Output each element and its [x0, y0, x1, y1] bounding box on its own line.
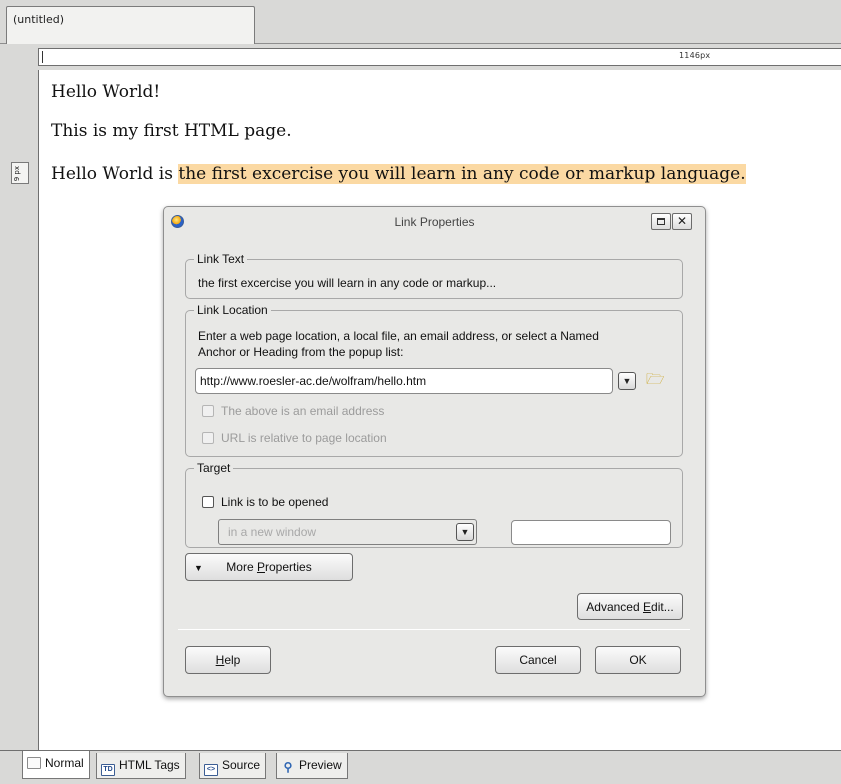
tab-html-tags[interactable]: TD HTML Tags: [96, 753, 186, 779]
vertical-ruler-label: 9 px: [13, 166, 21, 182]
cancel-button[interactable]: Cancel: [495, 646, 581, 674]
dialog-titlebar[interactable]: Link Properties ✕: [164, 207, 705, 235]
link-location-instructions-1: Enter a web page location, a local file,…: [198, 329, 599, 343]
link-location-group: Link Location Enter a web page location,…: [185, 303, 683, 457]
chevron-down-icon: ▼: [622, 376, 632, 386]
link-text-value: the first excercise you will learn in an…: [198, 276, 497, 290]
tab-source-label: Source: [222, 758, 261, 772]
target-select-button[interactable]: ▼: [456, 523, 474, 541]
document-tab[interactable]: (untitled): [6, 6, 255, 44]
document-tab-strip: (untitled): [0, 0, 841, 44]
tab-html-tags-label: HTML Tags: [119, 758, 180, 772]
target-window-value: in a new window: [228, 525, 317, 539]
link-text-group: Link Text the first excercise you will l…: [185, 252, 683, 299]
horizontal-ruler: 1146px: [38, 48, 841, 66]
paragraph-excercise[interactable]: Hello World is the first excercise you w…: [51, 164, 746, 184]
ruler-width-label: 1146px: [679, 51, 711, 60]
link-text-legend: Link Text: [194, 252, 248, 266]
document-tab-title: (untitled): [13, 13, 65, 26]
url-popup-button[interactable]: ▼: [618, 372, 636, 390]
ok-button[interactable]: OK: [595, 646, 681, 674]
target-window-select[interactable]: in a new window: [218, 519, 477, 545]
url-input[interactable]: http://www.roesler-ac.de/wolfram/hello.h…: [195, 368, 613, 394]
close-button[interactable]: ✕: [672, 213, 692, 230]
tab-source[interactable]: <> Source: [199, 753, 267, 779]
expand-arrow-icon: ▼: [194, 563, 203, 573]
link-location-instructions-2: Anchor or Heading from the popup list:: [198, 345, 404, 359]
more-properties-label: More Properties: [226, 560, 312, 574]
target-group: Target Link is to be opened in a new win…: [185, 461, 683, 548]
target-legend: Target: [194, 461, 234, 475]
target-frame-input[interactable]: [511, 520, 671, 545]
chevron-down-icon: ▼: [460, 527, 470, 537]
advanced-edit-button[interactable]: Advanced Edit...: [577, 593, 683, 620]
paragraph-first-page[interactable]: This is my first HTML page.: [51, 121, 292, 141]
editing-mode-bar: Normal TD HTML Tags <> Source ⚲ Preview: [0, 750, 841, 784]
vertical-ruler: 9 px: [10, 70, 34, 750]
document-icon: [27, 757, 41, 769]
preview-magnifier-icon: ⚲: [283, 760, 293, 774]
more-properties-button[interactable]: ▼ More Properties: [185, 553, 353, 581]
maximize-icon: [657, 218, 665, 225]
paragraph-plain-text: Hello World is: [51, 164, 179, 184]
paragraph-hello-world[interactable]: Hello World!: [51, 82, 160, 102]
tab-preview-label: Preview: [299, 758, 342, 772]
email-address-label: The above is an email address: [221, 404, 385, 418]
source-icon: <>: [204, 764, 218, 776]
ruler-start-mark: [42, 51, 43, 63]
dialog-title: Link Properties: [394, 215, 475, 229]
close-icon: ✕: [676, 214, 688, 228]
link-location-legend: Link Location: [194, 303, 271, 317]
folder-open-icon[interactable]: 🗁: [646, 372, 665, 387]
help-button[interactable]: Help: [185, 646, 271, 674]
tab-normal-label: Normal: [45, 756, 84, 770]
relative-url-label: URL is relative to page location: [221, 431, 387, 445]
selected-text-highlight[interactable]: the first excercise you will learn in an…: [178, 164, 746, 184]
email-address-checkbox[interactable]: [202, 405, 214, 417]
vertical-ruler-marker: 9 px: [11, 162, 29, 184]
tab-preview[interactable]: ⚲ Preview: [276, 753, 348, 779]
maximize-button[interactable]: [651, 213, 671, 230]
dialog-separator: [178, 629, 690, 630]
tab-normal[interactable]: Normal: [22, 751, 90, 779]
html-tags-icon: TD: [101, 764, 115, 776]
relative-url-checkbox[interactable]: [202, 432, 214, 444]
open-link-checkbox[interactable]: [202, 496, 214, 508]
link-properties-dialog: Link Properties ✕ Link Text the first ex…: [163, 206, 706, 697]
open-link-label: Link is to be opened: [221, 495, 329, 509]
